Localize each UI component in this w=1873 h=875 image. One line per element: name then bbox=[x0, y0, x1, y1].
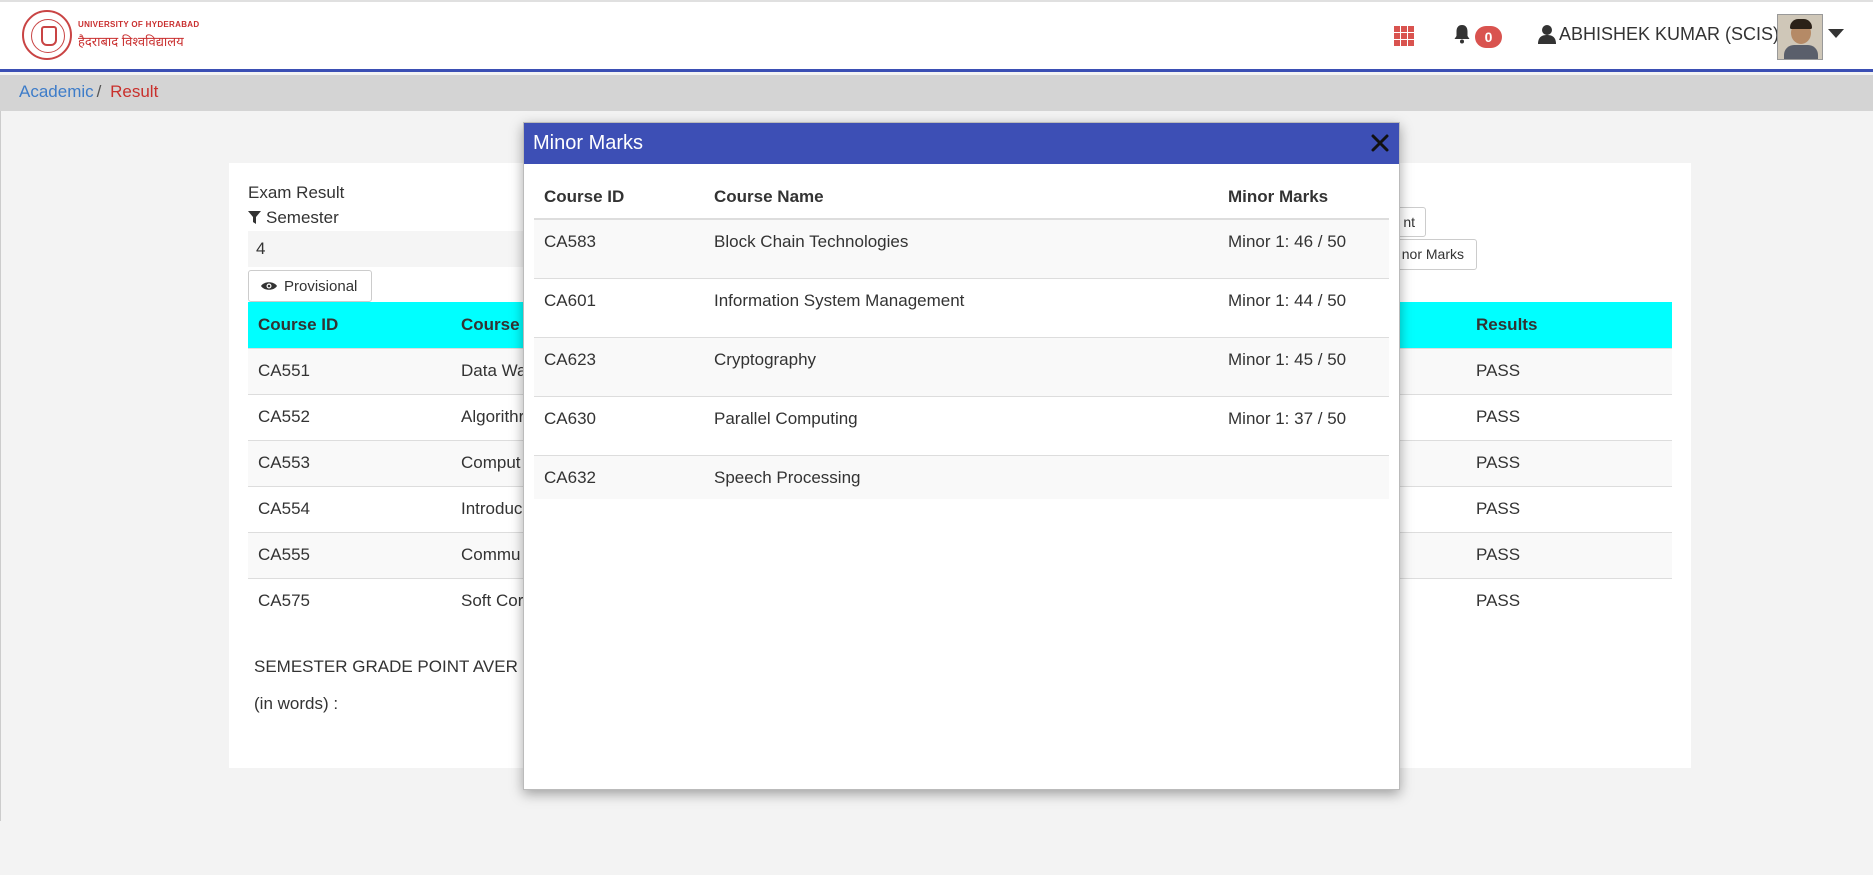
cell-minor-marks: Minor 1: 37 / 50 bbox=[1218, 395, 1389, 455]
cell-result: PASS bbox=[1466, 577, 1672, 624]
semester-filter: Semester bbox=[248, 208, 339, 228]
cell-course-id: CA575 bbox=[248, 577, 451, 624]
close-icon[interactable] bbox=[1370, 133, 1390, 153]
cell-course-id: CA623 bbox=[534, 336, 704, 396]
notification-badge: 0 bbox=[1475, 26, 1502, 48]
minor-table-header: Course ID Course Name Minor Marks bbox=[534, 175, 1389, 220]
table-row: CA632 Speech Processing bbox=[534, 454, 1389, 499]
top-navbar: UNIVERSITY OF HYDERABAD हैदराबाद विश्ववि… bbox=[0, 0, 1873, 72]
cell-result: PASS bbox=[1466, 485, 1672, 532]
cell-course-id: CA551 bbox=[248, 347, 451, 394]
logo-text-hindi: हैदराबाद विश्वविद्यालय bbox=[78, 34, 184, 49]
table-row: CA623 Cryptography Minor 1: 45 / 50 bbox=[534, 336, 1389, 396]
breadcrumb-academic[interactable]: Academic bbox=[19, 82, 94, 101]
cell-minor-marks: Minor 1: 45 / 50 bbox=[1218, 336, 1389, 396]
provisional-button[interactable]: Provisional bbox=[248, 270, 372, 302]
cell-result: PASS bbox=[1466, 393, 1672, 440]
sgpa-in-words-label: (in words) : bbox=[254, 694, 339, 713]
bell-icon[interactable] bbox=[1453, 24, 1471, 44]
cell-result: PASS bbox=[1466, 439, 1672, 486]
exam-result-label: Exam Result bbox=[248, 183, 345, 202]
table-row: CA601 Information System Management Mino… bbox=[534, 277, 1389, 337]
caret-down-icon[interactable] bbox=[1828, 29, 1844, 38]
university-seal-icon bbox=[22, 10, 72, 60]
cell-course-id: CA630 bbox=[534, 395, 704, 455]
sgpa-label: SEMESTER GRADE POINT AVER bbox=[254, 657, 518, 676]
minor-marks-table: Course ID Course Name Minor Marks CA583 … bbox=[534, 175, 1389, 499]
provisional-button-label: Provisional bbox=[284, 277, 358, 295]
cell-course-name: Block Chain Technologies bbox=[704, 218, 1218, 278]
cell-course-id: CA555 bbox=[248, 531, 451, 578]
table-row: CA583 Block Chain Technologies Minor 1: … bbox=[534, 218, 1389, 278]
logo-text-english: UNIVERSITY OF HYDERABAD bbox=[78, 20, 200, 29]
minor-marks-modal: Minor Marks Course ID Course Name Minor … bbox=[523, 122, 1400, 790]
eye-icon bbox=[261, 282, 277, 290]
user-icon bbox=[1538, 25, 1556, 44]
cell-course-id: CA583 bbox=[534, 218, 704, 278]
cell-minor-marks bbox=[1218, 454, 1389, 499]
filter-icon bbox=[248, 211, 261, 224]
cell-course-id: CA632 bbox=[534, 454, 704, 499]
user-name[interactable]: ABHISHEK KUMAR (SCIS) bbox=[1559, 24, 1779, 45]
cell-result: PASS bbox=[1466, 347, 1672, 394]
apps-grid-icon[interactable] bbox=[1394, 26, 1414, 46]
cell-course-name: Cryptography bbox=[704, 336, 1218, 396]
header-course-name: Course Name bbox=[704, 175, 1218, 220]
table-row: CA630 Parallel Computing Minor 1: 37 / 5… bbox=[534, 395, 1389, 455]
header-course-id: Course ID bbox=[534, 175, 704, 220]
avatar[interactable] bbox=[1777, 14, 1823, 60]
cell-course-name: Speech Processing bbox=[704, 454, 1218, 499]
header-results: Results bbox=[1466, 302, 1672, 348]
cell-course-name: Parallel Computing bbox=[704, 395, 1218, 455]
cell-minor-marks: Minor 1: 44 / 50 bbox=[1218, 277, 1389, 337]
breadcrumb: Academic / Result bbox=[0, 75, 1873, 111]
cell-course-id: CA601 bbox=[534, 277, 704, 337]
semester-label: Semester bbox=[266, 208, 339, 227]
header-minor-marks: Minor Marks bbox=[1218, 175, 1389, 220]
page-border bbox=[0, 111, 1, 821]
cell-result: PASS bbox=[1466, 531, 1672, 578]
university-logo[interactable]: UNIVERSITY OF HYDERABAD हैदराबाद विश्ववि… bbox=[22, 10, 199, 60]
breadcrumb-separator: / bbox=[96, 82, 102, 101]
cell-course-id: CA554 bbox=[248, 485, 451, 532]
cell-course-id: CA552 bbox=[248, 393, 451, 440]
cell-course-id: CA553 bbox=[248, 439, 451, 486]
modal-header: Minor Marks bbox=[524, 123, 1399, 164]
breadcrumb-result: Result bbox=[110, 82, 159, 101]
cell-course-name: Information System Management bbox=[704, 277, 1218, 337]
cell-minor-marks: Minor 1: 46 / 50 bbox=[1218, 218, 1389, 278]
modal-title: Minor Marks bbox=[533, 132, 644, 154]
header-course-id: Course ID bbox=[248, 302, 451, 348]
